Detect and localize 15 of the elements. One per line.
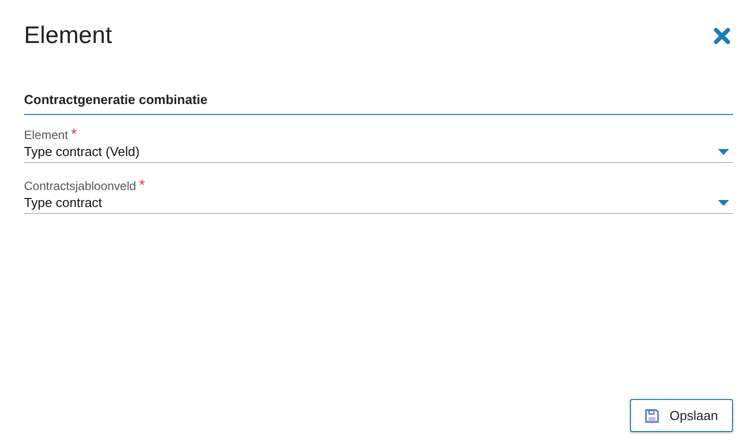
field-label: Element bbox=[24, 128, 68, 142]
field-value: Type contract bbox=[24, 195, 102, 210]
close-icon[interactable] bbox=[713, 27, 731, 45]
field-value: Type contract (Veld) bbox=[24, 144, 140, 159]
required-mark: * bbox=[71, 126, 77, 143]
select-field[interactable]: Contractsjabloonveld * Type contract bbox=[24, 177, 733, 214]
select-field[interactable]: Element * Type contract (Veld) bbox=[24, 126, 733, 163]
field-label: Contractsjabloonveld bbox=[24, 179, 136, 193]
dialog-title: Element bbox=[24, 22, 112, 50]
section-heading: Contractgeneratie combinatie bbox=[24, 92, 733, 115]
save-button[interactable]: Opslaan bbox=[630, 399, 733, 432]
save-icon bbox=[644, 408, 659, 422]
caret-icon bbox=[718, 148, 729, 154]
required-mark: * bbox=[139, 177, 145, 194]
caret-icon bbox=[718, 200, 729, 206]
